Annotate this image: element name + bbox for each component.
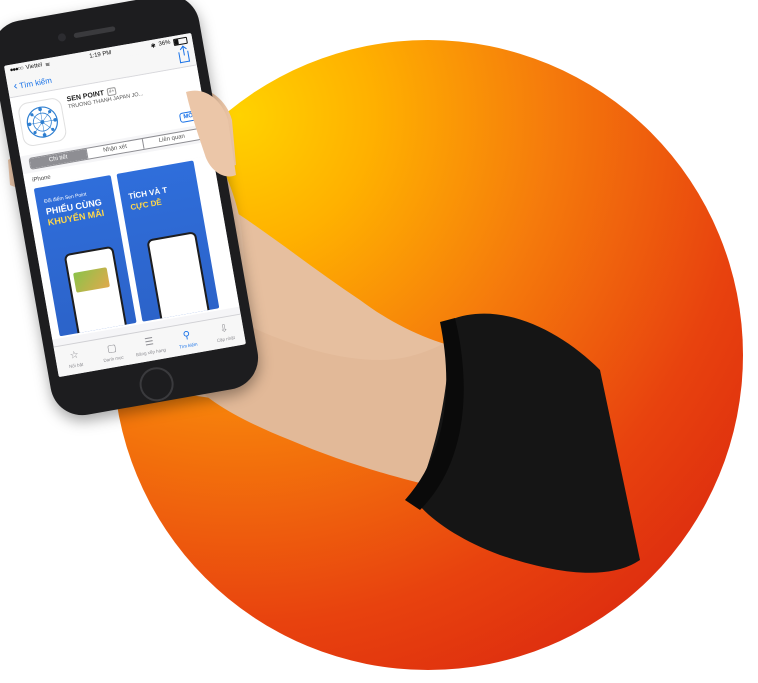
wifi-icon: ≋	[44, 61, 51, 69]
mini-phone-mockup-2	[146, 231, 219, 322]
earpiece-speaker	[73, 26, 116, 39]
tab-updates-label: Cập nhật	[216, 334, 236, 343]
update-icon: ⇩	[218, 322, 230, 335]
bluetooth-icon: ✱	[150, 42, 157, 50]
categories-icon: ▢	[106, 342, 118, 355]
tab-featured-label: Nổi bật	[68, 361, 84, 369]
home-button[interactable]	[136, 364, 177, 404]
carrier-label: Viettel	[25, 62, 43, 72]
app-store-screen: ●●●○○ Viettel ≋ 1:19 PM ✱ 36% ‹ Tìm kiếm	[4, 32, 246, 378]
tab-search-label: Tìm kiếm	[178, 341, 198, 350]
back-button[interactable]: ‹ Tìm kiếm	[12, 75, 53, 93]
app-icon	[16, 96, 68, 148]
network-globe-icon	[26, 106, 58, 138]
chevron-left-icon: ‹	[12, 79, 19, 93]
tab-categories-label: Danh mục	[102, 354, 124, 363]
tab-categories[interactable]: ▢ Danh mục	[91, 334, 134, 370]
tab-updates[interactable]: ⇩ Cập nhật	[203, 315, 246, 351]
tab-featured[interactable]: ☆ Nổi bật	[54, 341, 97, 377]
food-image	[73, 267, 110, 293]
battery-percent: 36%	[158, 39, 172, 48]
front-camera	[57, 32, 67, 43]
status-time: 1:19 PM	[88, 50, 112, 60]
signal-icon: ●●●○○	[9, 65, 24, 74]
tab-top-charts-label: Bảng xếp hạng	[135, 346, 167, 357]
mini-phone-mockup	[63, 245, 129, 337]
star-icon: ☆	[68, 348, 80, 362]
tab-top-charts[interactable]: ☰ Bảng xếp hạng	[129, 328, 172, 364]
tab-search[interactable]: ⚲ Tìm kiếm	[166, 321, 209, 357]
back-label: Tìm kiếm	[18, 75, 53, 90]
plus-icon: +	[197, 102, 203, 109]
search-icon: ⚲	[181, 329, 192, 342]
list-icon: ☰	[143, 335, 155, 349]
share-icon[interactable]	[178, 50, 190, 63]
battery-icon	[172, 36, 188, 46]
screenshot-carousel[interactable]: Đổi điểm Sen Point PHIẾU CÙNG KHUYẾN MÃI…	[25, 155, 240, 340]
